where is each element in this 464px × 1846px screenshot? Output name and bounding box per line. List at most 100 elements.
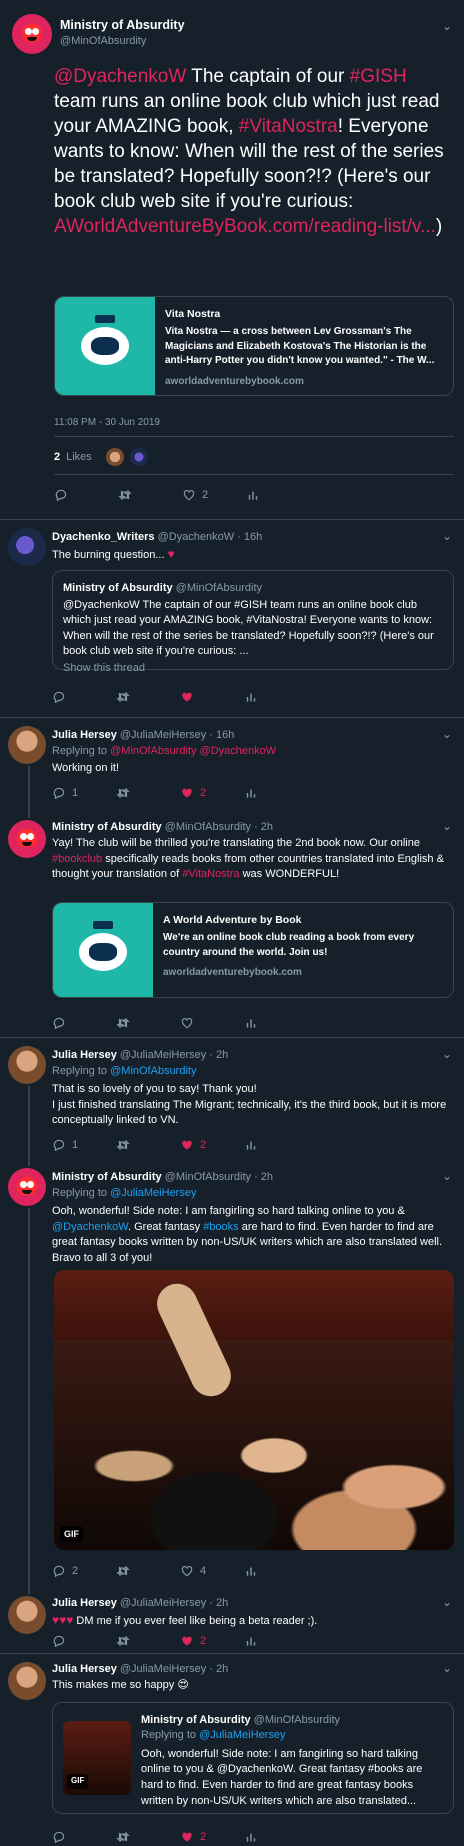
liker-avatar[interactable] <box>105 448 124 466</box>
reply-tweet[interactable]: Ministry of Absurdity @MinOfAbsurdity · … <box>0 810 464 1038</box>
author-name[interactable]: Julia Hersey <box>52 1663 117 1675</box>
timestamp[interactable]: 11:08 PM - 30 Jun 2019 <box>54 416 160 430</box>
retweet-button[interactable] <box>118 488 182 503</box>
hashtag-link[interactable]: #books <box>203 1221 238 1233</box>
hashtag-link[interactable]: #GISH <box>350 66 407 87</box>
retweet-button[interactable] <box>116 1016 180 1030</box>
reply-button[interactable] <box>52 1016 116 1030</box>
more-icon[interactable]: ⌄ <box>442 726 452 742</box>
avatar[interactable] <box>8 528 46 566</box>
author-handle[interactable]: @MinOfAbsurdity · 2h <box>165 1171 273 1183</box>
analytics-button[interactable] <box>244 1830 308 1845</box>
card-description: Vita Nostra — a cross between Lev Grossm… <box>165 326 435 367</box>
reply-button[interactable] <box>52 1830 116 1845</box>
avatar[interactable] <box>8 1168 46 1206</box>
more-icon[interactable]: ⌄ <box>442 1594 452 1610</box>
like-button[interactable]: 2 <box>180 1634 244 1649</box>
more-icon[interactable]: ⌄ <box>442 18 452 34</box>
like-button[interactable]: 4 <box>180 1564 244 1579</box>
like-button[interactable] <box>180 1016 244 1030</box>
hashtag-link[interactable]: #bookclub <box>52 853 102 865</box>
analytics-button[interactable] <box>244 1634 308 1649</box>
card-title: Vita Nostra <box>165 308 221 320</box>
quoted-tweet[interactable]: GIF Ministry of Absurdity @MinOfAbsurdit… <box>52 1702 454 1814</box>
reply-count: 1 <box>72 787 79 799</box>
like-button[interactable]: 2 <box>180 1138 244 1153</box>
reply-icon <box>52 1634 66 1648</box>
avatar[interactable] <box>8 1046 46 1084</box>
like-icon <box>180 1016 194 1030</box>
like-button[interactable]: 2 <box>180 786 244 801</box>
thread-line <box>28 766 30 810</box>
avatar[interactable] <box>8 1662 46 1700</box>
author-name[interactable]: Julia Hersey <box>52 1049 117 1061</box>
analytics-button[interactable] <box>244 1564 308 1579</box>
mention-link[interactable]: @DyachenkoW <box>52 1221 128 1233</box>
reply-tweet[interactable]: Julia Hersey @JuliaMeiHersey · 2h ⌄ ♥♥♥ … <box>0 1588 464 1654</box>
author-name[interactable]: Dyachenko_Writers <box>52 531 155 543</box>
mention-link[interactable]: @DyachenkoW <box>54 66 186 87</box>
more-icon[interactable]: ⌄ <box>442 1660 452 1676</box>
more-icon[interactable]: ⌄ <box>442 1046 452 1062</box>
reply-tweet[interactable]: Dyachenko_Writers @DyachenkoW · 16h ⌄ Th… <box>0 520 464 718</box>
hashtag-link[interactable]: #VitaNostra <box>239 116 338 137</box>
reply-tweet[interactable]: Julia Hersey @JuliaMeiHersey · 2h ⌄ Repl… <box>0 1038 464 1160</box>
retweet-button[interactable] <box>116 1138 180 1153</box>
reply-tweet[interactable]: Ministry of Absurdity @MinOfAbsurdity · … <box>0 1160 464 1588</box>
author-name[interactable]: Ministry of Absurdity <box>60 17 185 34</box>
monster-logo-icon <box>18 20 46 48</box>
replying-to-link[interactable]: @JuliaMeiHersey <box>110 1187 196 1199</box>
analytics-button[interactable] <box>244 690 308 704</box>
author-handle[interactable]: @MinOfAbsurdity <box>60 34 185 49</box>
gif-media[interactable]: GIF <box>54 1270 454 1550</box>
analytics-button[interactable] <box>244 1138 308 1153</box>
more-icon[interactable]: ⌄ <box>442 528 452 544</box>
author-handle[interactable]: @MinOfAbsurdity · 2h <box>165 821 273 833</box>
avatar[interactable] <box>8 1596 46 1634</box>
link-card[interactable]: A World Adventure by Book We're an onlin… <box>52 902 454 998</box>
analytics-button[interactable] <box>244 1016 308 1030</box>
retweet-button[interactable] <box>116 690 180 704</box>
retweet-button[interactable] <box>116 1830 180 1845</box>
analytics-button[interactable] <box>246 488 310 503</box>
url-link[interactable]: AWorldAdventureByBook.com/reading-list/v… <box>54 216 436 237</box>
analytics-button[interactable] <box>244 786 308 801</box>
like-button[interactable]: 2 <box>180 1830 244 1845</box>
reply-tweet[interactable]: Julia Hersey @JuliaMeiHersey · 2h ⌄ This… <box>0 1654 464 1846</box>
replying-to-link[interactable]: @MinOfAbsurdity @DyachenkoW <box>110 745 276 757</box>
like-button[interactable]: 2 <box>182 488 246 503</box>
author-handle[interactable]: @DyachenkoW · 16h <box>158 531 263 543</box>
hashtag-link[interactable]: #VitaNostra <box>182 868 239 880</box>
retweet-button[interactable] <box>116 1564 180 1579</box>
reply-button[interactable] <box>54 488 118 503</box>
link-card[interactable]: Vita Nostra Vita Nostra — a cross betwee… <box>54 296 454 396</box>
author-name[interactable]: Julia Hersey <box>52 1597 117 1609</box>
avatar[interactable] <box>8 726 46 764</box>
author-name[interactable]: Julia Hersey <box>52 729 117 741</box>
retweet-button[interactable] <box>116 786 180 801</box>
like-button[interactable] <box>180 690 244 704</box>
replying-to-link[interactable]: @MinOfAbsurdity <box>110 1065 196 1077</box>
reply-tweet[interactable]: Julia Hersey @JuliaMeiHersey · 16h ⌄ Rep… <box>0 718 464 810</box>
avatar[interactable] <box>8 820 46 858</box>
likes-summary[interactable]: 2 Likes <box>54 448 148 466</box>
author-handle[interactable]: @JuliaMeiHersey · 2h <box>120 1049 228 1061</box>
author-handle[interactable]: @JuliaMeiHersey · 2h <box>120 1597 228 1609</box>
reply-button[interactable]: 1 <box>52 1138 116 1153</box>
liker-avatar[interactable] <box>129 448 148 466</box>
retweet-button[interactable] <box>116 1634 180 1649</box>
reply-button[interactable]: 1 <box>52 786 116 801</box>
more-icon[interactable]: ⌄ <box>442 818 452 834</box>
tweet-text-line: I just finished translating The Migrant;… <box>52 1098 447 1127</box>
show-thread-link[interactable]: Show this thread <box>63 661 443 676</box>
more-icon[interactable]: ⌄ <box>442 1168 452 1184</box>
reply-button[interactable] <box>52 1634 116 1649</box>
author-name[interactable]: Ministry of Absurdity <box>52 1171 162 1183</box>
reply-button[interactable]: 2 <box>52 1564 116 1579</box>
avatar[interactable] <box>12 14 52 54</box>
reply-button[interactable] <box>52 690 116 704</box>
author-handle[interactable]: @JuliaMeiHersey · 16h <box>120 729 235 741</box>
author-name[interactable]: Ministry of Absurdity <box>52 821 162 833</box>
quoted-tweet[interactable]: Ministry of Absurdity @MinOfAbsurdity @D… <box>52 570 454 674</box>
author-handle[interactable]: @JuliaMeiHersey · 2h <box>120 1663 228 1675</box>
